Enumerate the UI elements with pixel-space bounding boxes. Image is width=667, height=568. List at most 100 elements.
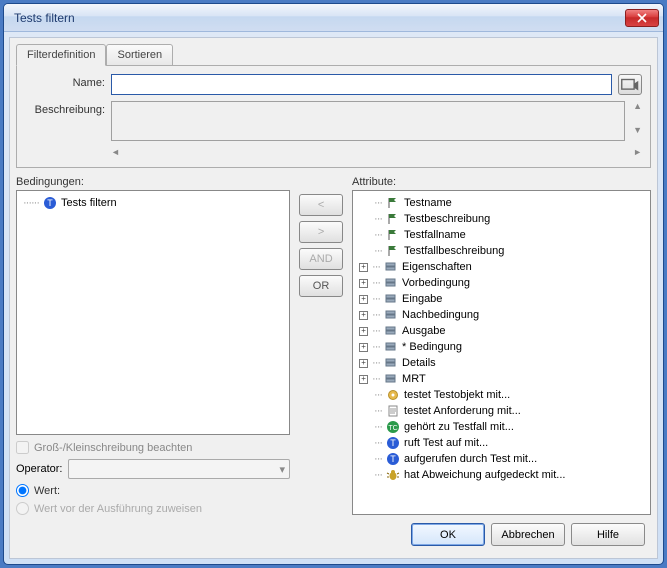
attribute-item[interactable]: ···testet Testobjekt mit... bbox=[357, 387, 646, 403]
stack-icon bbox=[384, 356, 398, 370]
hscroll-right[interactable]: ► bbox=[633, 147, 642, 157]
attribute-label: Details bbox=[402, 357, 436, 369]
expander-icon[interactable]: + bbox=[359, 343, 368, 352]
attribute-item[interactable]: ···Truft Test auf mit... bbox=[357, 435, 646, 451]
attribute-item[interactable]: +···* Bedingung bbox=[357, 339, 646, 355]
attribute-label: testet Testobjekt mit... bbox=[404, 389, 510, 401]
bug-icon bbox=[386, 468, 400, 482]
operator-combo[interactable]: ▾ bbox=[68, 459, 290, 479]
tab-strip: Filterdefinition Sortieren bbox=[16, 44, 651, 66]
attribute-label: Eingabe bbox=[402, 293, 442, 305]
and-button[interactable]: AND bbox=[299, 248, 343, 270]
svg-text:TC: TC bbox=[388, 425, 397, 432]
expander-icon[interactable]: + bbox=[359, 263, 368, 272]
dialog-window: Tests filtern Filterdefinition Sortieren… bbox=[3, 3, 664, 565]
tab-sortieren[interactable]: Sortieren bbox=[106, 44, 173, 66]
move-right-button[interactable]: > bbox=[299, 221, 343, 243]
attribute-item[interactable]: ···TCgehört zu Testfall mit... bbox=[357, 419, 646, 435]
dialog-footer: OK Abbrechen Hilfe bbox=[16, 515, 651, 552]
gear-icon bbox=[386, 388, 400, 402]
titlebar[interactable]: Tests filtern bbox=[4, 4, 663, 32]
or-button[interactable]: OR bbox=[299, 275, 343, 297]
expander-icon[interactable]: + bbox=[359, 359, 368, 368]
attribute-label: ruft Test auf mit... bbox=[404, 437, 488, 449]
attribute-label: hat Abweichung aufgedeckt mit... bbox=[404, 469, 565, 481]
attribute-item[interactable]: +···Vorbedingung bbox=[357, 275, 646, 291]
attribute-item[interactable]: ···Testname bbox=[357, 195, 646, 211]
name-input[interactable] bbox=[111, 74, 612, 95]
attribute-item[interactable]: ···testet Anforderung mit... bbox=[357, 403, 646, 419]
ok-button[interactable]: OK bbox=[411, 523, 485, 546]
wert-vor-radio bbox=[16, 502, 29, 515]
expander-icon[interactable]: + bbox=[359, 327, 368, 336]
operator-buttons: < > AND OR bbox=[296, 176, 346, 515]
attribute-label: testet Anforderung mit... bbox=[404, 405, 521, 417]
tab-body: Name: Beschreibung: ▲▼ ◄ ► bbox=[16, 65, 651, 168]
wert-vor-label: Wert vor der Ausführung zuweisen bbox=[34, 503, 202, 515]
stack-icon bbox=[384, 324, 398, 338]
flag-icon bbox=[386, 244, 400, 258]
attributes-label: Attribute: bbox=[352, 176, 651, 188]
move-left-button[interactable]: < bbox=[299, 194, 343, 216]
tree-item[interactable]: ······ T Tests filtern bbox=[21, 195, 285, 211]
attribute-item[interactable]: ···Testfallbeschreibung bbox=[357, 243, 646, 259]
expander-icon[interactable]: + bbox=[359, 279, 368, 288]
attributes-tree[interactable]: ···Testname···Testbeschreibung···Testfal… bbox=[352, 190, 651, 515]
attribute-item[interactable]: ···Testfallname bbox=[357, 227, 646, 243]
wert-radio[interactable] bbox=[16, 484, 29, 497]
attribute-item[interactable]: ···Taufgerufen durch Test mit... bbox=[357, 451, 646, 467]
attribute-item[interactable]: +···Details bbox=[357, 355, 646, 371]
doc-icon bbox=[386, 404, 400, 418]
attribute-label: MRT bbox=[402, 373, 426, 385]
attribute-item[interactable]: ···hat Abweichung aufgedeckt mit... bbox=[357, 467, 646, 483]
tree-item-label: Tests filtern bbox=[61, 197, 117, 209]
dialog-content: Filterdefinition Sortieren Name: Beschre… bbox=[9, 37, 658, 559]
stack-icon bbox=[384, 340, 398, 354]
attribute-item[interactable]: +···Eingabe bbox=[357, 291, 646, 307]
attribute-item[interactable]: +···Ausgabe bbox=[357, 323, 646, 339]
attribute-item[interactable]: +···MRT bbox=[357, 371, 646, 387]
description-input[interactable] bbox=[111, 101, 625, 141]
case-sensitive-row[interactable]: Groß-/Kleinschreibung beachten bbox=[16, 441, 290, 454]
attribute-item[interactable]: +···Nachbedingung bbox=[357, 307, 646, 323]
attribute-item[interactable]: ···Testbeschreibung bbox=[357, 211, 646, 227]
tab-filterdefinition[interactable]: Filterdefinition bbox=[16, 44, 106, 66]
attribute-label: Testname bbox=[404, 197, 452, 209]
attribute-label: gehört zu Testfall mit... bbox=[404, 421, 514, 433]
description-label: Beschreibung: bbox=[25, 101, 105, 116]
attribute-label: Eigenschaften bbox=[402, 261, 472, 273]
attribute-item[interactable]: +···Eigenschaften bbox=[357, 259, 646, 275]
wert-row[interactable]: Wert: bbox=[16, 484, 290, 497]
assist-button[interactable] bbox=[618, 74, 642, 95]
hscroll-left[interactable]: ◄ bbox=[111, 147, 120, 157]
stack-icon bbox=[384, 260, 398, 274]
close-button[interactable] bbox=[625, 9, 659, 27]
flag-icon bbox=[386, 196, 400, 210]
expander-icon[interactable]: + bbox=[359, 375, 368, 384]
wert-label: Wert: bbox=[34, 485, 60, 497]
svg-text:T: T bbox=[47, 198, 53, 208]
cancel-button[interactable]: Abbrechen bbox=[491, 523, 565, 546]
attribute-label: Nachbedingung bbox=[402, 309, 479, 321]
expander-icon[interactable]: + bbox=[359, 311, 368, 320]
case-sensitive-checkbox bbox=[16, 441, 29, 454]
attribute-label: Testfallbeschreibung bbox=[404, 245, 504, 257]
operator-label: Operator: bbox=[16, 463, 62, 475]
attribute-label: Ausgabe bbox=[402, 325, 445, 337]
scroll-indicator: ▲▼ bbox=[633, 101, 642, 135]
wert-vor-row: Wert vor der Ausführung zuweisen bbox=[16, 502, 290, 515]
svg-text:T: T bbox=[390, 454, 396, 464]
attribute-label: Testfallname bbox=[404, 229, 466, 241]
conditions-tree[interactable]: ······ T Tests filtern bbox=[16, 190, 290, 435]
attributes-panel: Attribute: ···Testname···Testbeschreibun… bbox=[352, 176, 651, 515]
attribute-label: aufgerufen durch Test mit... bbox=[404, 453, 537, 465]
t-icon: T bbox=[43, 196, 57, 210]
flag-icon bbox=[386, 228, 400, 242]
attribute-label: * Bedingung bbox=[402, 341, 462, 353]
expander-icon[interactable]: + bbox=[359, 295, 368, 304]
help-button[interactable]: Hilfe bbox=[571, 523, 645, 546]
stack-icon bbox=[384, 292, 398, 306]
svg-text:T: T bbox=[390, 438, 396, 448]
conditions-label: Bedingungen: bbox=[16, 176, 290, 188]
name-label: Name: bbox=[25, 74, 105, 89]
